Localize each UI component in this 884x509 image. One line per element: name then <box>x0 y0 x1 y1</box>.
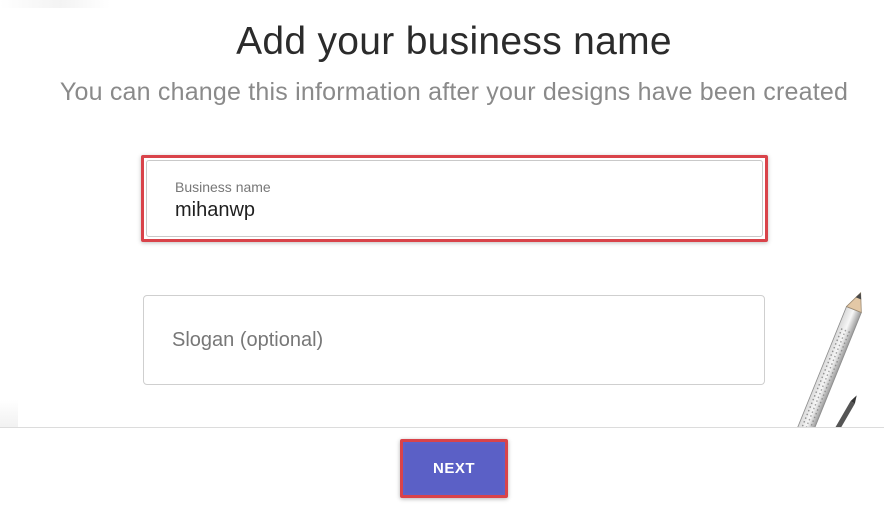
pencil-icon <box>770 290 884 430</box>
business-name-input[interactable] <box>175 199 715 222</box>
business-name-page: Add your business name You can change th… <box>0 0 884 509</box>
page-subtitle: You can change this information after yo… <box>59 78 849 106</box>
slogan-field[interactable] <box>143 295 765 385</box>
business-name-field-box[interactable]: Business name <box>146 160 763 237</box>
edge-shadow <box>0 400 18 430</box>
page-title: Add your business name <box>236 20 672 63</box>
next-button[interactable]: NEXT <box>405 444 503 493</box>
business-name-field[interactable]: Business name <box>141 155 768 242</box>
corner-shadow <box>0 0 110 8</box>
next-button-frame[interactable]: NEXT <box>400 439 508 498</box>
slogan-input[interactable] <box>172 329 732 352</box>
business-name-label: Business name <box>175 179 271 195</box>
